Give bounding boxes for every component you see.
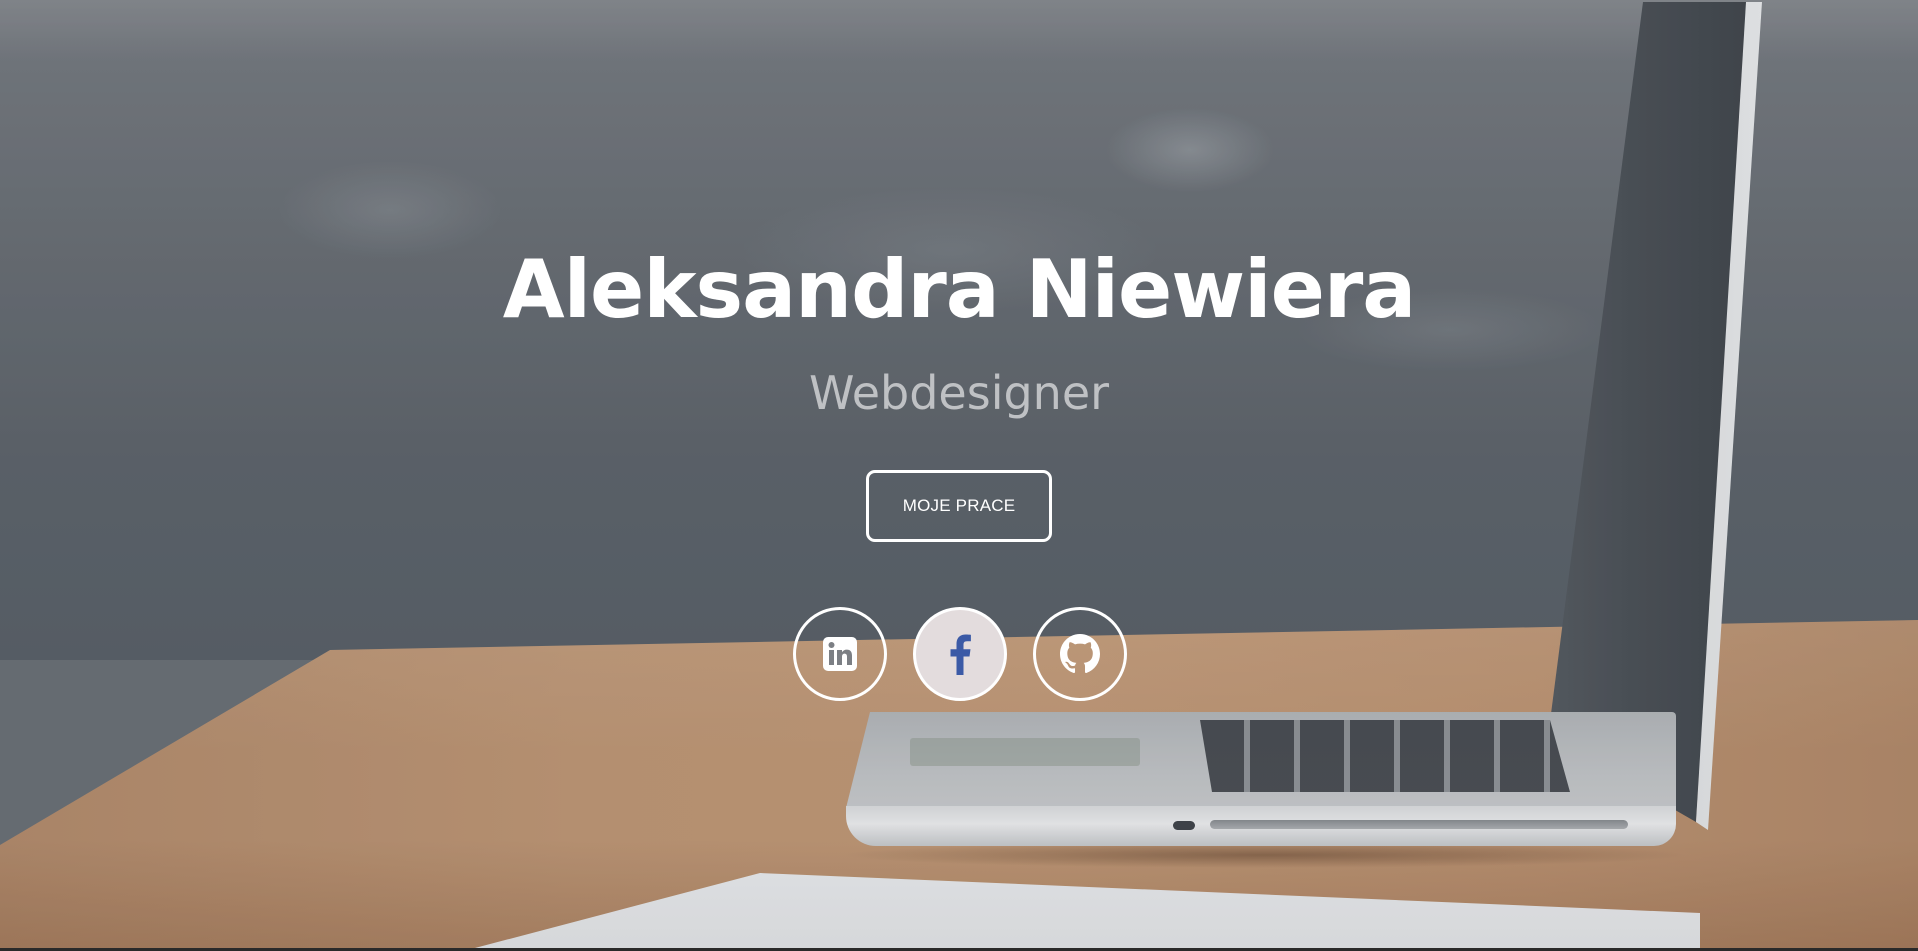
facebook-icon (950, 634, 971, 675)
linkedin-link[interactable] (793, 607, 887, 701)
hero-name: Aleksandra Niewiera (502, 243, 1417, 336)
my-works-button-label: MOJE PRACE (902, 496, 1016, 515)
hero-section: Aleksandra Niewiera Webdesigner MOJE PRA… (0, 0, 1918, 951)
github-icon (1060, 634, 1100, 674)
github-link[interactable] (1033, 607, 1127, 701)
facebook-link[interactable] (913, 607, 1007, 701)
linkedin-icon (823, 637, 857, 671)
my-works-button[interactable]: MOJE PRACE (866, 470, 1052, 542)
hero-role: Webdesigner (808, 366, 1110, 420)
